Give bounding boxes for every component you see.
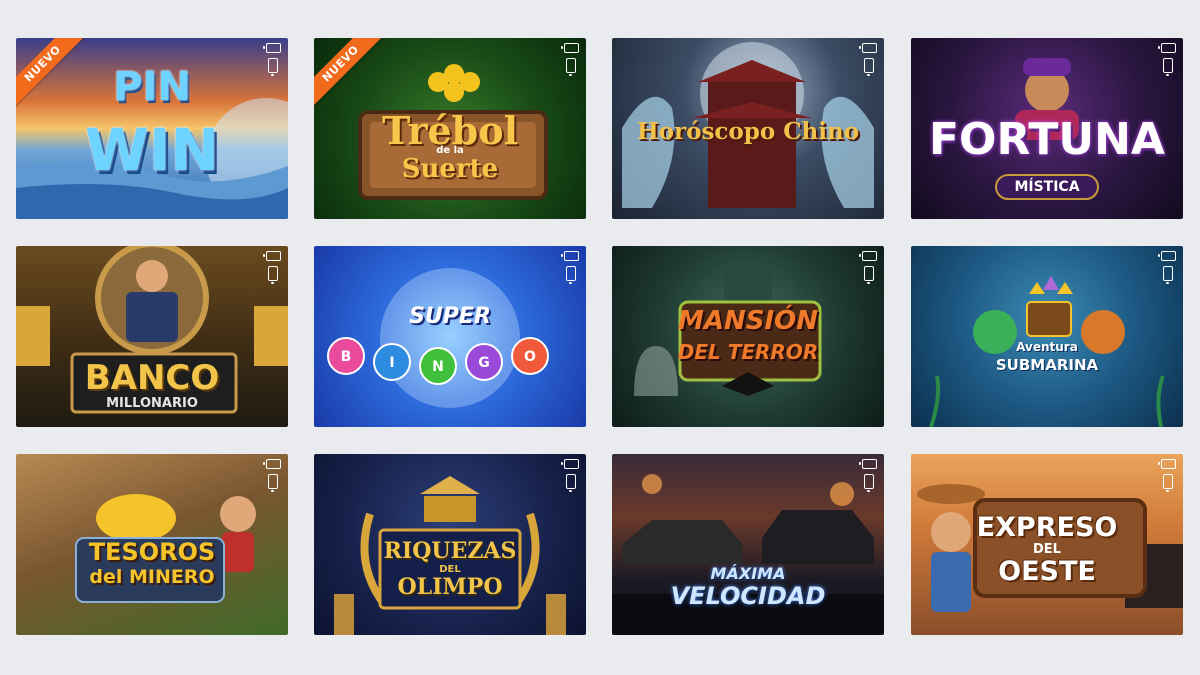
mobile-icon	[566, 58, 576, 76]
device-icons	[560, 459, 579, 492]
game-title: BANCO	[84, 358, 220, 398]
game-title-line1: MANSIÓN	[677, 306, 819, 336]
game-title-line1: Aventura	[1016, 340, 1078, 354]
tablet-icon	[1157, 43, 1176, 53]
mobile-icon	[1163, 474, 1173, 492]
mobile-icon	[566, 266, 576, 284]
mobile-icon	[864, 266, 874, 284]
bingo-ball-b: B	[341, 349, 352, 365]
bingo-ball-o: O	[524, 349, 536, 365]
game-title-line2: OESTE	[998, 556, 1096, 587]
bingo-ball-n: N	[432, 359, 444, 375]
game-tile-trebol-de-la-suerte[interactable]: Trébol de la Suerte NUEVO	[314, 38, 586, 219]
game-tile-fortuna-mistica[interactable]: FORTUNA MÍSTICA	[911, 38, 1183, 219]
tablet-icon	[1157, 251, 1176, 261]
game-grid: PIN WIN NUEVO Trébol de la Suerte NUEVO	[0, 0, 1200, 675]
tablet-icon	[262, 459, 281, 469]
game-title-line2: del MINERO	[89, 566, 215, 588]
game-title-line2: VELOCIDAD	[670, 582, 826, 610]
game-title: FORTUNA	[929, 114, 1165, 165]
game-subtitle: MILLONARIO	[106, 396, 198, 411]
mobile-icon	[268, 58, 278, 76]
game-tile-super-bingo[interactable]: B I N G O SUPER	[314, 246, 586, 427]
game-title-line2: DEL TERROR	[677, 340, 819, 364]
game-tile-banco-millonario[interactable]: BANCO MILLONARIO	[16, 246, 288, 427]
device-icons	[262, 43, 281, 76]
device-icons	[560, 251, 579, 284]
game-title-line2: SUBMARINA	[995, 356, 1099, 374]
game-title-line1: MÁXIMA	[710, 564, 786, 583]
device-icons	[262, 251, 281, 284]
tablet-icon	[262, 251, 281, 261]
device-icons	[560, 43, 579, 76]
game-title-line1: TESOROS	[88, 538, 216, 566]
bingo-ball-g: G	[478, 355, 490, 371]
game-subtitle: MÍSTICA	[995, 174, 1099, 200]
tablet-icon	[560, 459, 579, 469]
mobile-icon	[864, 58, 874, 76]
tablet-icon	[858, 459, 877, 469]
tablet-icon	[262, 43, 281, 53]
game-title-small: SUPER	[409, 304, 491, 329]
tablet-icon	[560, 43, 579, 53]
bingo-ball-i: I	[389, 355, 394, 371]
game-title: Horóscopo Chino	[636, 118, 860, 145]
game-tile-tesoros-del-minero[interactable]: TESOROS del MINERO	[16, 454, 288, 635]
tablet-icon	[1157, 459, 1176, 469]
device-icons	[858, 251, 877, 284]
game-title-small: DEL	[1033, 542, 1061, 557]
tablet-icon	[560, 251, 579, 261]
device-icons	[1157, 459, 1176, 492]
game-tile-aventura-submarina[interactable]: Aventura SUBMARINA	[911, 246, 1183, 427]
game-tile-horoscopo-chino[interactable]: Horóscopo Chino	[612, 38, 884, 219]
device-icons	[858, 43, 877, 76]
game-title-line1: PIN	[113, 64, 191, 110]
game-title-line1: EXPRESO	[976, 512, 1118, 543]
device-icons	[1157, 251, 1176, 284]
game-tile-expreso-del-oeste[interactable]: EXPRESO DEL OESTE	[911, 454, 1183, 635]
device-icons	[262, 459, 281, 492]
bingo-art: B I N G O	[327, 268, 549, 408]
mobile-icon	[268, 474, 278, 492]
game-title-line2: Suerte	[401, 154, 499, 184]
device-icons	[1157, 43, 1176, 76]
game-tile-pin-win[interactable]: PIN WIN NUEVO	[16, 38, 288, 219]
tablet-icon	[858, 43, 877, 53]
game-tile-riquezas-del-olimpo[interactable]: RIQUEZAS DEL OLIMPO	[314, 454, 586, 635]
game-tile-maxima-velocidad[interactable]: MÁXIMA VELOCIDAD	[612, 454, 884, 635]
game-title-line2: OLIMPO	[397, 574, 503, 600]
game-title-line1: RIQUEZAS	[383, 538, 517, 564]
tablet-icon	[858, 251, 877, 261]
mansion-art	[634, 266, 822, 396]
mobile-icon	[1163, 266, 1173, 284]
device-icons	[858, 459, 877, 492]
game-tile-mansion-del-terror[interactable]: MANSIÓN DEL TERROR	[612, 246, 884, 427]
mobile-icon	[566, 474, 576, 492]
game-title-line2: WIN	[84, 116, 220, 184]
mobile-icon	[268, 266, 278, 284]
mobile-icon	[1163, 58, 1173, 76]
mobile-icon	[864, 474, 874, 492]
aventura-art	[929, 276, 1165, 427]
